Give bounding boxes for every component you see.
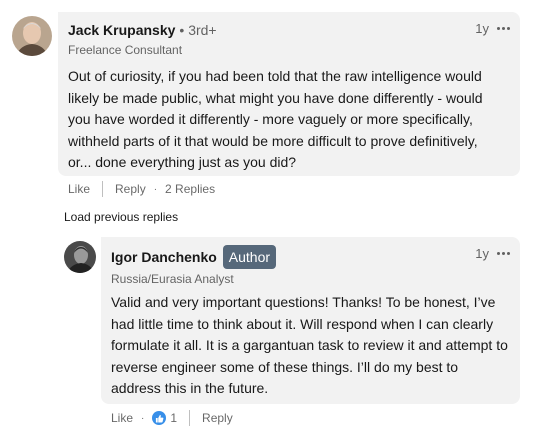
like-button[interactable]: Like xyxy=(68,182,90,196)
replier-headline: Russia/Eurasia Analyst xyxy=(111,272,234,286)
dot-separator: · xyxy=(141,412,145,424)
reply-button[interactable]: Reply xyxy=(115,182,146,196)
comment-bubble: Jack Krupansky • 3rd+ Freelance Consulta… xyxy=(58,12,520,176)
avatar[interactable] xyxy=(12,16,52,56)
author-badge: Author xyxy=(222,245,277,269)
reply-bubble: Igor Danchenko Author Russia/Eurasia Ana… xyxy=(101,237,520,404)
timestamp: 1y xyxy=(475,246,489,261)
reply-button[interactable]: Reply xyxy=(202,411,233,425)
replier-name[interactable]: Igor Danchenko xyxy=(111,249,217,265)
thumbs-up-icon[interactable] xyxy=(152,411,167,425)
load-previous-replies-link[interactable]: Load previous replies xyxy=(64,210,178,224)
avatar[interactable] xyxy=(64,241,96,273)
avatar-photo xyxy=(64,241,96,273)
connection-degree: • 3rd+ xyxy=(179,22,217,38)
comment-text: Out of curiosity, if you had been told t… xyxy=(68,68,483,171)
timestamp: 1y xyxy=(475,21,489,36)
divider xyxy=(189,410,191,426)
divider xyxy=(102,181,104,197)
more-options-icon[interactable] xyxy=(497,252,510,255)
more-options-icon[interactable] xyxy=(497,27,510,30)
reply-text: Valid and very important questions! Than… xyxy=(111,294,508,397)
reaction-count[interactable]: 1 xyxy=(170,411,177,425)
replies-count-link[interactable]: 2 Replies xyxy=(165,182,215,196)
dot-separator: · xyxy=(153,183,158,195)
commenter-name[interactable]: Jack Krupansky xyxy=(68,22,175,38)
commenter-headline: Freelance Consultant xyxy=(68,43,183,57)
like-button[interactable]: Like xyxy=(111,411,133,425)
avatar-photo xyxy=(12,16,52,56)
